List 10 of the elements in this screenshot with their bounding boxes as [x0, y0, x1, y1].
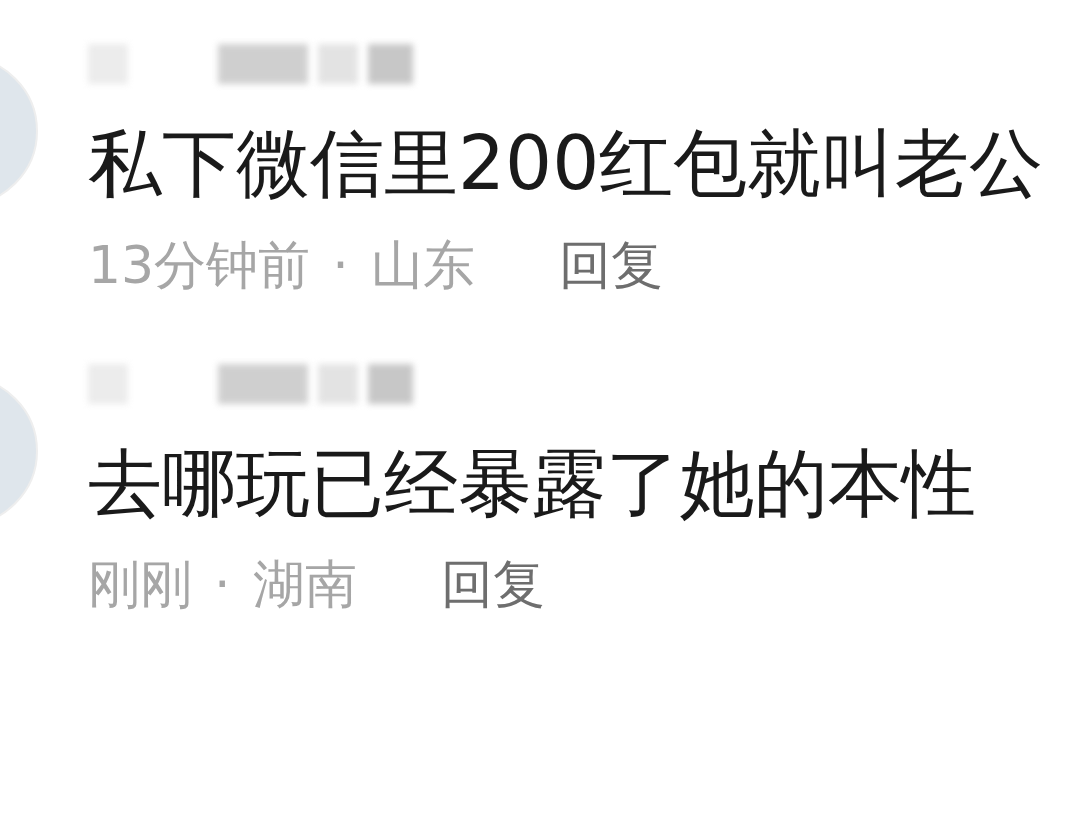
reply-button[interactable]: 回复: [440, 545, 545, 624]
separator-dot: ·: [332, 233, 349, 297]
comment-time: 刚刚: [88, 553, 192, 617]
comment-location: 山东: [370, 233, 475, 297]
separator-dot: ·: [214, 553, 231, 617]
comment-text: 私下微信里200红包就叫老公: [88, 119, 1044, 208]
comment-time: 13分钟前: [88, 233, 311, 297]
comment-location: 湖南: [252, 553, 357, 617]
reply-button[interactable]: 回复: [558, 225, 663, 304]
comment-text: 去哪玩已经暴露了她的本性: [88, 438, 976, 528]
